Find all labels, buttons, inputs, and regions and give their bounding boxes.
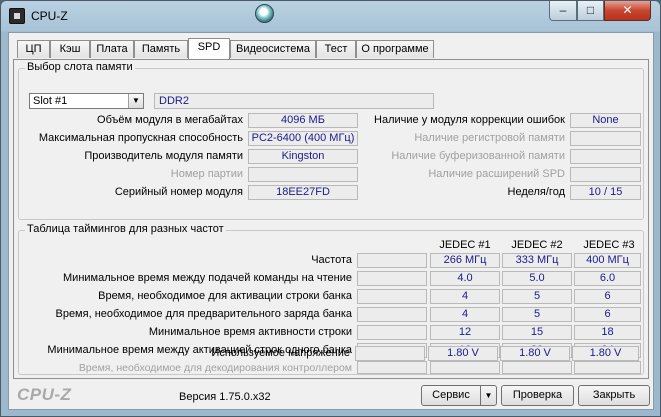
ras-to-cas-cell: 6 xyxy=(574,289,641,304)
module-size-label: Объём модуля в мегабайтах xyxy=(97,114,243,126)
window-title: CPU-Z xyxy=(31,9,68,23)
ras-precharge-cell: 4 xyxy=(430,307,500,322)
cas-latency-cell: 4.0 xyxy=(430,271,500,286)
title-bar[interactable]: CPU-Z – □ ✕ xyxy=(1,1,660,31)
column-header-jedec3: JEDEC #3 xyxy=(583,239,635,251)
registered-value xyxy=(570,131,641,146)
spd-tab-panel: Выбор слота памяти Slot #1 ▼ DDR2 Объём … xyxy=(13,59,649,379)
tras-cell: 18 xyxy=(574,325,641,340)
command-rate-label: Время, необходимое для декодирования кон… xyxy=(78,362,352,374)
ras-precharge-cell: 5 xyxy=(502,307,572,322)
max-bandwidth-label: Максимальная пропускная способность xyxy=(38,132,243,144)
voltage-cell: 1.80 V xyxy=(500,346,570,361)
ras-to-cas-label: Время, необходимое для активации строки … xyxy=(98,290,352,302)
serial-number-value: 18EE27FD xyxy=(248,185,358,200)
cpu-z-window: CPU-Z – □ ✕ ЦП Кэш Плата Память SPD Виде… xyxy=(0,0,661,417)
max-bandwidth-value: PC2-6400 (400 МГц) xyxy=(248,131,358,146)
command-rate-cell xyxy=(430,361,500,374)
frequency-label: Частота xyxy=(311,254,352,266)
week-year-value: 10 / 15 xyxy=(570,185,641,200)
command-rate-cell xyxy=(357,361,427,374)
ras-to-cas-cell: 4 xyxy=(430,289,500,304)
tab-mainboard[interactable]: Плата xyxy=(90,40,134,58)
minimize-button[interactable]: – xyxy=(549,1,577,21)
ras-to-cas-cell: 5 xyxy=(502,289,572,304)
buffered-value xyxy=(570,149,641,164)
frequency-cell: 333 МГц xyxy=(502,253,572,268)
frequency-cell: 266 МГц xyxy=(430,253,500,268)
cpu-z-app-icon xyxy=(9,8,25,24)
chevron-down-icon[interactable]: ▼ xyxy=(128,94,143,108)
frequency-cell: 400 МГц xyxy=(574,253,641,268)
tab-cache[interactable]: Кэш xyxy=(50,40,90,58)
memory-slot-group: Выбор слота памяти Slot #1 ▼ DDR2 Объём … xyxy=(18,61,644,220)
ras-precharge-cell: 6 xyxy=(574,307,641,322)
chevron-down-icon[interactable]: ▼ xyxy=(480,385,497,406)
week-year-label: Неделя/год xyxy=(507,186,566,198)
version-text: Версия 1.75.0.x32 xyxy=(179,391,271,403)
ecc-label: Наличие у модуля коррекции ошибок xyxy=(374,114,565,126)
voltage-cell xyxy=(355,346,425,361)
memory-slot-group-title: Выбор слота памяти xyxy=(25,61,135,73)
close-button[interactable]: Закрыть xyxy=(578,385,650,406)
spd-ext-label: Наличие расширений SPD xyxy=(428,168,565,180)
voltage-label: Используемое напряжение xyxy=(211,347,350,359)
tras-cell xyxy=(357,325,427,340)
ras-precharge-cell xyxy=(357,307,427,322)
command-rate-cell xyxy=(502,361,572,374)
client-area: ЦП Кэш Плата Память SPD Видеосистема Тес… xyxy=(8,32,654,410)
cpu-z-logo: CPU-Z xyxy=(17,385,72,404)
column-header-jedec2: JEDEC #2 xyxy=(511,239,563,251)
slot-select-value: Slot #1 xyxy=(33,95,68,107)
cas-latency-cell: 5.0 xyxy=(502,271,572,286)
manufacturer-label: Производитель модуля памяти xyxy=(84,150,243,162)
buffered-label: Наличие буферизованной памяти xyxy=(391,150,565,162)
service-button[interactable]: Сервис xyxy=(421,385,481,406)
ecc-value: None xyxy=(570,113,641,128)
tras-cell: 12 xyxy=(430,325,500,340)
command-rate-cell xyxy=(574,361,641,374)
tab-cpu[interactable]: ЦП xyxy=(17,40,50,58)
manufacturer-value: Kingston xyxy=(248,149,358,164)
tras-cell: 15 xyxy=(502,325,572,340)
serial-number-label: Серийный номер модуля xyxy=(114,186,243,198)
validate-button[interactable]: Проверка xyxy=(501,385,574,406)
ras-to-cas-cell xyxy=(357,289,427,304)
memory-type-field: DDR2 xyxy=(154,93,434,109)
frequency-cell xyxy=(357,253,427,268)
voltage-cell: 1.80 V xyxy=(428,346,498,361)
timings-group-title: Таблица таймингов для разных частот xyxy=(25,223,226,235)
maximize-button[interactable]: □ xyxy=(577,1,604,21)
cas-latency-cell xyxy=(357,271,427,286)
close-window-button[interactable]: ✕ xyxy=(604,1,651,21)
part-number-value xyxy=(248,167,358,182)
cas-latency-label: Минимальное время между подачей команды … xyxy=(63,272,352,284)
tab-graphics[interactable]: Видеосистема xyxy=(230,40,316,58)
slot-select[interactable]: Slot #1 ▼ xyxy=(29,93,144,109)
part-number-label: Номер партии xyxy=(170,168,243,180)
glossy-orb-icon xyxy=(255,4,274,23)
cas-latency-cell: 6.0 xyxy=(574,271,641,286)
tab-spd[interactable]: SPD xyxy=(188,38,230,59)
tab-memory[interactable]: Память xyxy=(134,40,188,58)
ras-precharge-label: Время, необходимое для предварительного … xyxy=(55,308,352,320)
voltage-cell: 1.80 V xyxy=(572,346,639,361)
tab-bench[interactable]: Тест xyxy=(316,40,356,58)
tras-label: Минимальное время активности строки xyxy=(148,326,352,338)
registered-label: Наличие регистровой памяти xyxy=(414,132,565,144)
column-header-jedec1: JEDEC #1 xyxy=(439,239,491,251)
tab-about[interactable]: О программе xyxy=(356,40,434,58)
module-size-value: 4096 МБ xyxy=(248,113,358,128)
spd-ext-value xyxy=(570,167,641,182)
